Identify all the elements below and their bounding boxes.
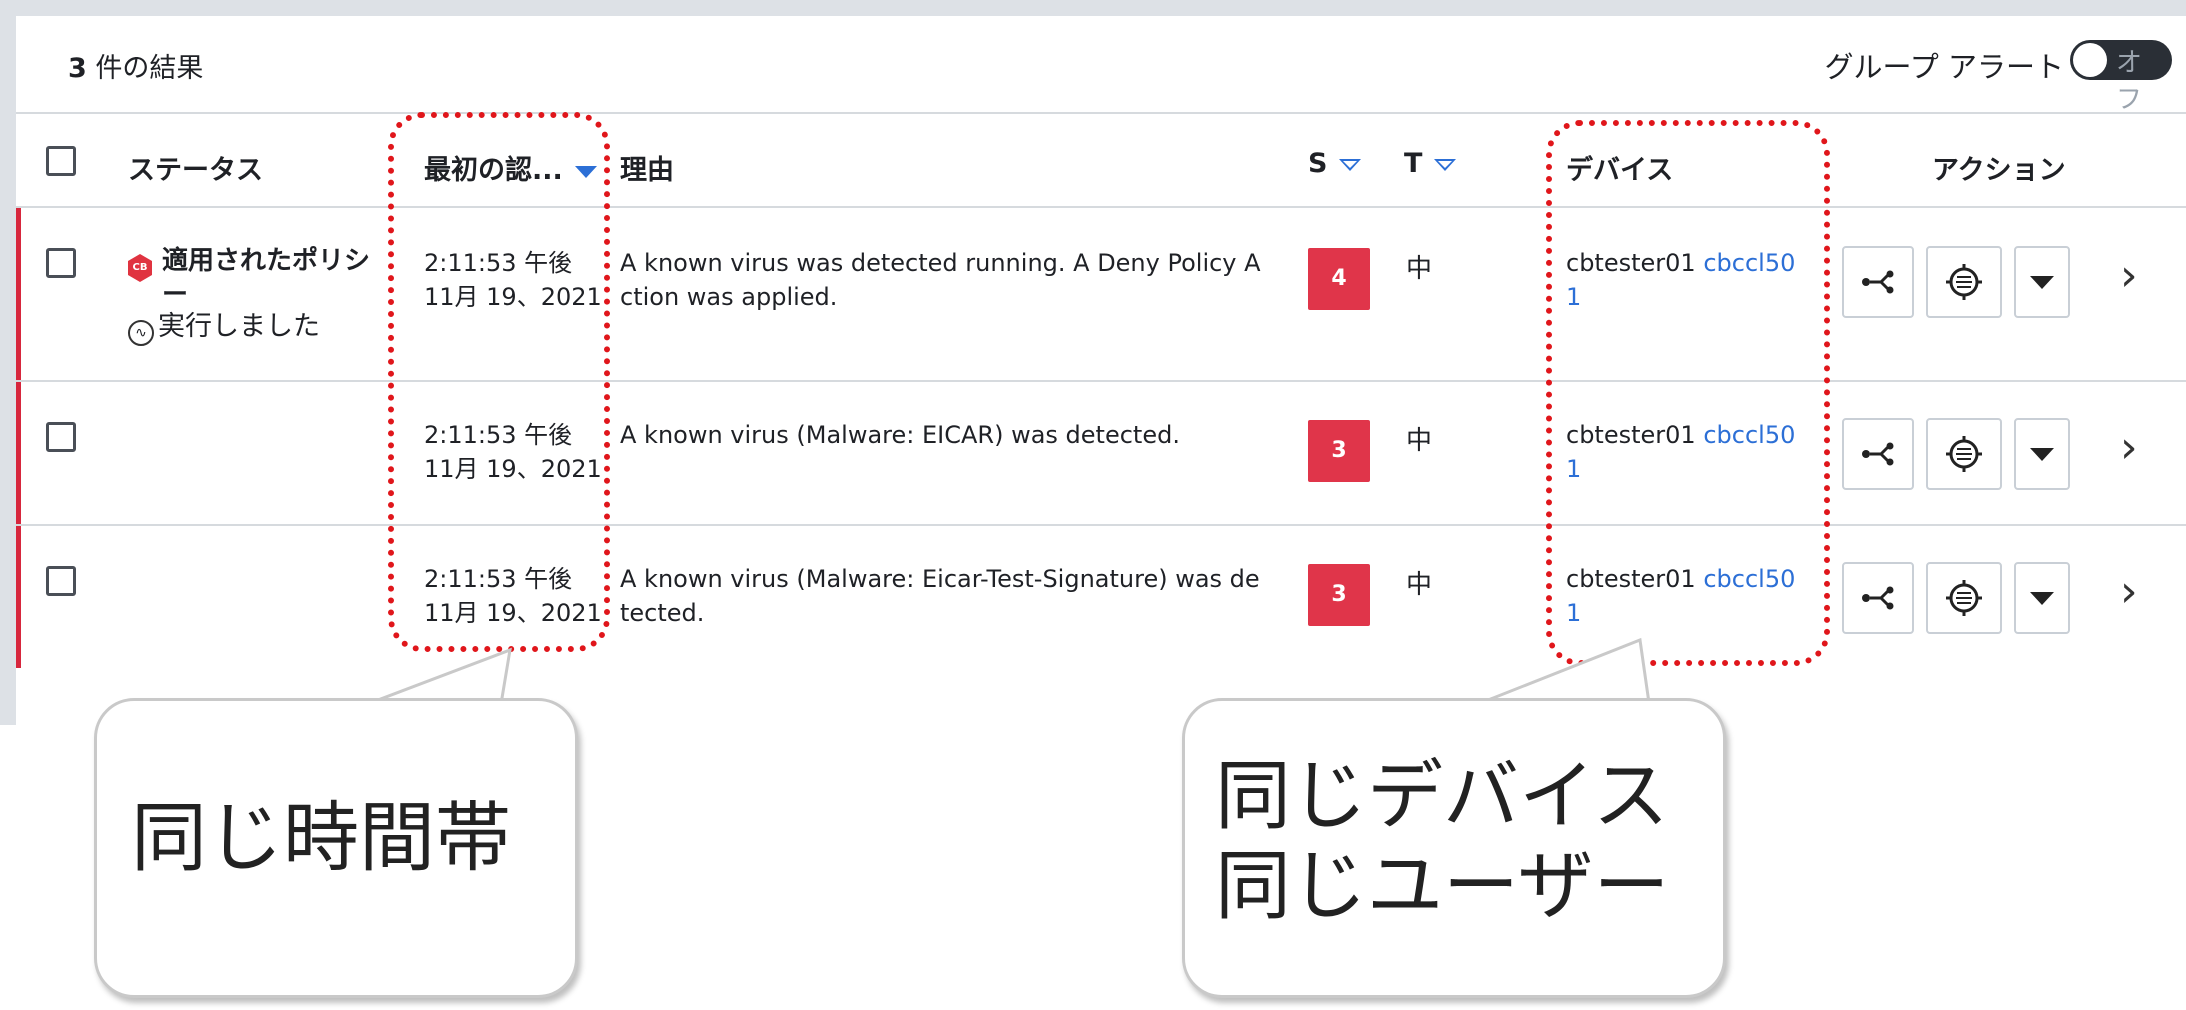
callout-same-time: 同じ時間帯 bbox=[94, 698, 578, 998]
callout-same-device-text: 同じデバイス bbox=[1215, 751, 1669, 840]
callout-same-device-user: 同じデバイス 同じユーザー bbox=[1182, 698, 1726, 998]
callout-same-user-text: 同じユーザー bbox=[1215, 841, 1670, 930]
callout-same-time-text: 同じ時間帯 bbox=[131, 793, 511, 882]
